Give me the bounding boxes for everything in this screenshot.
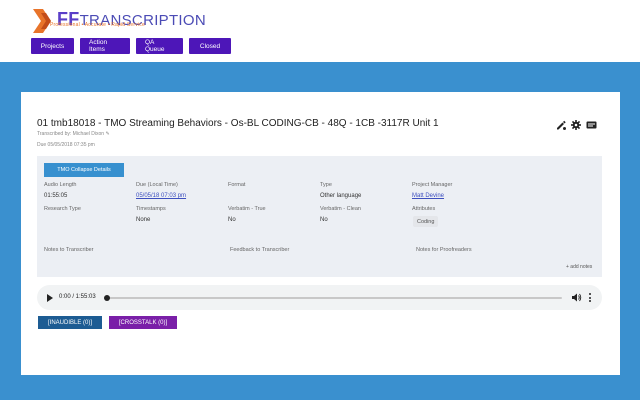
audio-progress-knob[interactable] [104,295,110,301]
due-local-link[interactable]: 05/05/18 07:03 pm [136,193,186,199]
add-notes-link[interactable]: + add notes [566,264,592,270]
project-manager-link[interactable]: Matt Devine [412,193,444,199]
verbatim-true-label: Verbatim - True [228,206,266,212]
nav-projects-button[interactable]: Projects [31,38,74,54]
verbatim-clean-value: No [320,217,328,223]
feedback-to-transcriber-label: Feedback to Transcriber [230,247,290,253]
job-due: Due 05/05/2018 07:35 pm [37,142,95,148]
nav-closed-button[interactable]: Closed [189,38,231,54]
nav-action-items-button[interactable]: Action Items [80,38,130,54]
nav-qa-queue-button[interactable]: QA Queue [136,38,183,54]
format-label: Format [228,182,246,188]
notes-for-proofreaders-label: Notes for Proofreaders [416,247,472,253]
due-local-label: Due (Local Time) [136,182,178,188]
audio-progress-track[interactable] [107,297,562,299]
brand-tagline: Professional • Accurate • Rapid Service [50,22,145,28]
job-actions [556,120,597,130]
logo-chevron-icon [33,9,51,33]
gear-icon[interactable] [571,120,581,130]
more-options-icon[interactable] [589,293,592,304]
type-label: Type [320,182,332,188]
inaudible-button[interactable]: [INAUDIBLE (0)] [38,316,102,329]
attributes-label: Attributes [412,206,436,212]
crosstalk-button[interactable]: [CROSSTALK (0)] [109,316,177,329]
volume-icon[interactable] [572,293,582,302]
research-type-label: Research Type [44,206,81,212]
notes-to-transcriber-label: Notes to Transcriber [44,247,94,253]
timestamps-value: None [136,217,151,223]
card-icon[interactable] [586,121,597,129]
audio-length-value: 01:55:05 [44,193,68,199]
collapse-details-button[interactable]: TMO Collapse Details [44,163,124,177]
job-title: 01 tmb18018 - TMO Streaming Behaviors - … [37,118,439,129]
transcribed-by: Transcribed by: Michael Dixon ✎ [37,131,110,137]
type-value: Other language [320,193,362,199]
audio-length-label: Audio Length [44,182,77,188]
timestamps-label: Timestamps [136,206,166,212]
main-nav: Projects Action Items QA Queue Closed [31,38,231,54]
verbatim-clean-label: Verbatim - Clean [320,206,361,212]
play-icon[interactable] [47,294,53,302]
edit-icon[interactable] [556,120,566,130]
attribute-tag-coding: Coding [413,216,439,227]
project-manager-label: Project Manager [412,182,453,188]
audio-time: 0:00 / 1:55:03 [59,294,96,300]
verbatim-true-value: No [228,217,236,223]
top-header: FFTRANSCRIPTION Professional • Accurate … [0,0,640,62]
